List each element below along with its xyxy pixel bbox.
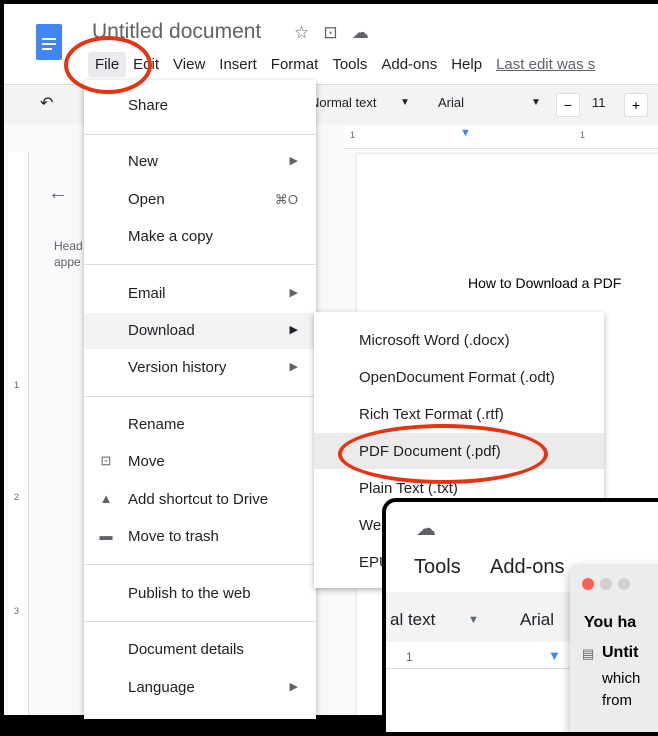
- outline-panel: Head appe: [54, 238, 83, 270]
- ruler-mark: 1: [406, 650, 413, 664]
- star-icon[interactable]: ☆: [294, 23, 309, 42]
- vruler-mark: 3: [14, 606, 20, 616]
- folder-move-icon: ⊡: [100, 453, 112, 468]
- menu-item-version-history[interactable]: Version history ▶: [84, 350, 316, 386]
- menu-help[interactable]: Help: [444, 52, 489, 77]
- inset-screenshot: ☁ Tools Add-ons al text ▼ Arial 1 ▼ You …: [382, 498, 658, 736]
- menu-item-open[interactable]: Open ⌘O: [84, 182, 316, 218]
- menu-addons[interactable]: Add-ons: [374, 52, 444, 77]
- ruler-mark: 1: [350, 130, 356, 140]
- dialog-file-name: Untit: [602, 644, 639, 661]
- window-minimize-button[interactable]: [600, 578, 612, 590]
- mac-dialog: You ha ▤ Untit which from: [570, 566, 658, 732]
- submenu-arrow-icon: ▶: [289, 287, 298, 299]
- submenu-arrow-icon: ▶: [289, 324, 298, 336]
- font-chevron-icon: ▼: [531, 97, 541, 108]
- dialog-text: which: [602, 670, 641, 687]
- window-close-button[interactable]: [582, 578, 594, 590]
- cloud-saved-icon: ☁: [351, 23, 369, 42]
- inset-menu-addons[interactable]: Add-ons: [490, 556, 565, 579]
- back-arrow-icon[interactable]: ←: [48, 182, 68, 205]
- shortcut-text: ⌘O: [274, 192, 298, 207]
- menu-item-share[interactable]: Share: [84, 88, 316, 124]
- dialog-title: You ha: [584, 614, 637, 631]
- menu-item-language[interactable]: Language ▶: [84, 670, 316, 706]
- menu-divider: [84, 134, 316, 135]
- vruler-mark: 1: [14, 380, 20, 390]
- menu-view[interactable]: View: [166, 52, 212, 77]
- title-icons: ☆ ⊡ ☁: [294, 23, 369, 43]
- menu-tools[interactable]: Tools: [325, 52, 374, 77]
- outline-text: appe: [54, 255, 81, 269]
- vruler-mark: 2: [14, 492, 20, 502]
- ruler-mark: 1: [580, 130, 586, 140]
- menu-item-rename[interactable]: Rename: [84, 407, 316, 443]
- trash-icon: ▬: [99, 528, 113, 543]
- cloud-icon: ☁: [416, 518, 436, 540]
- file-icon: ▤: [582, 646, 595, 661]
- menu-item-new[interactable]: New ▶: [84, 144, 316, 180]
- file-menu: Share New ▶ Open ⌘O Make a copy Email ▶ Dow…: [84, 80, 316, 719]
- vertical-ruler: 1 2 3: [8, 152, 29, 715]
- menu-item-move[interactable]: ⊡ Move: [84, 444, 316, 480]
- docs-logo[interactable]: [36, 24, 62, 60]
- download-docx[interactable]: Microsoft Word (.docx): [314, 322, 604, 358]
- undo-icon[interactable]: ↶: [40, 93, 53, 113]
- menu-divider: [84, 264, 316, 265]
- menu-divider: [84, 621, 316, 622]
- last-edit-link[interactable]: Last edit was s: [489, 52, 602, 77]
- menu-item-add-shortcut[interactable]: ▲ Add shortcut to Drive: [84, 482, 316, 518]
- inset-menu-tools[interactable]: Tools: [414, 556, 461, 579]
- download-odt[interactable]: OpenDocument Format (.odt): [314, 359, 604, 395]
- menubar: File Edit View Insert Format Tools Add-ons Help…: [88, 52, 602, 80]
- menu-item-publish[interactable]: Publish to the web: [84, 576, 316, 612]
- menu-item-make-copy[interactable]: Make a copy: [84, 219, 316, 255]
- inset-style-chevron-icon: ▼: [468, 614, 479, 626]
- menu-item-trash[interactable]: ▬ Move to trash: [84, 519, 316, 555]
- outline-text: Head: [54, 239, 83, 253]
- font-size-increase[interactable]: +: [624, 93, 648, 117]
- submenu-arrow-icon: ▶: [289, 155, 298, 167]
- menu-item-document-details[interactable]: Document details: [84, 632, 316, 668]
- style-chevron-icon: ▼: [400, 97, 410, 108]
- font-select[interactable]: Arial: [438, 95, 464, 110]
- drive-shortcut-icon: ▲: [99, 491, 113, 506]
- menu-item-email[interactable]: Email ▶: [84, 276, 316, 312]
- submenu-arrow-icon: ▶: [289, 681, 298, 693]
- menu-item-download[interactable]: Download ▶: [84, 313, 316, 349]
- inset-font-select[interactable]: Arial: [520, 610, 554, 630]
- font-size-decrease[interactable]: −: [556, 93, 580, 117]
- dialog-text: from: [602, 692, 632, 709]
- menu-insert[interactable]: Insert: [212, 52, 264, 77]
- horizontal-ruler: 1 ▼ 1: [344, 126, 658, 149]
- ruler-indent-marker: ▼: [548, 648, 561, 663]
- document-body-text[interactable]: How to Download a PDF: [468, 275, 621, 291]
- ruler-indent-marker[interactable]: ▼: [460, 127, 471, 139]
- menu-divider: [84, 564, 316, 565]
- style-select[interactable]: Normal text: [310, 95, 376, 110]
- font-size-value[interactable]: 11: [592, 95, 606, 110]
- menu-format[interactable]: Format: [264, 52, 326, 77]
- submenu-arrow-icon: ▶: [289, 361, 298, 373]
- menu-divider: [84, 396, 316, 397]
- inset-style-select[interactable]: al text: [390, 610, 435, 630]
- file-menu-highlight-circle: [64, 36, 152, 94]
- window-zoom-button[interactable]: [618, 578, 630, 590]
- move-folder-icon[interactable]: ⊡: [323, 23, 337, 42]
- pdf-option-highlight-circle: [338, 424, 548, 484]
